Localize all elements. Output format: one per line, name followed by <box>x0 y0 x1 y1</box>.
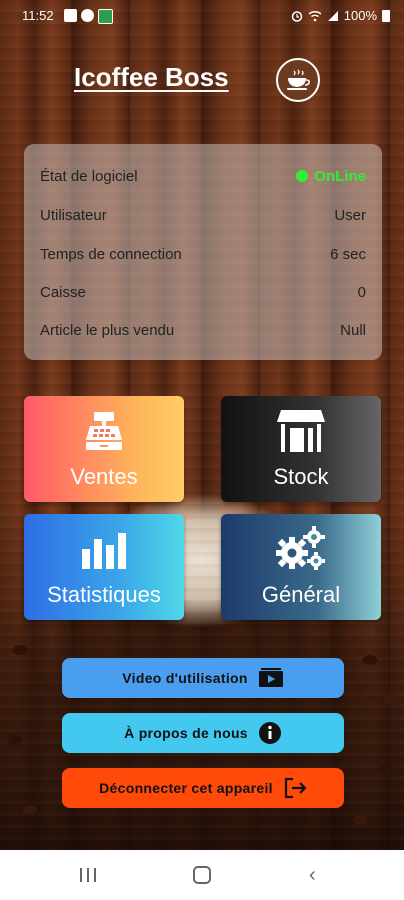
ventes-tile[interactable]: Ventes <box>24 396 184 502</box>
online-status: OnLine <box>296 168 366 185</box>
app-title: Icoffee Boss <box>74 62 229 92</box>
general-label: Général <box>261 582 341 607</box>
info-value: 0 <box>357 283 366 301</box>
notification-icons <box>64 9 113 24</box>
recent-apps-icon[interactable] <box>80 868 96 882</box>
online-status-text: OnLine <box>314 167 366 185</box>
info-icon <box>258 722 281 744</box>
video-tutorial-button[interactable]: Video d'utilisation <box>62 658 344 698</box>
info-row-user: Utilisateur User <box>40 205 366 225</box>
coffee-cup-icon[interactable] <box>276 58 320 102</box>
video-icon <box>258 668 283 687</box>
info-label: Temps de connection <box>40 245 182 263</box>
back-icon[interactable]: ‹ <box>309 864 316 887</box>
alarm-icon <box>291 10 302 22</box>
app-notification-icon <box>98 9 113 24</box>
store-icon <box>276 408 326 454</box>
info-value: 6 sec <box>330 245 366 263</box>
system-nav-bar: ‹ <box>0 850 404 900</box>
info-label: Article le plus vendu <box>40 321 175 339</box>
info-card: État de logiciel OnLine Utilisateur User… <box>24 144 382 360</box>
info-label: Utilisateur <box>40 206 107 224</box>
logout-device-label: Déconnecter cet appareil <box>99 780 273 796</box>
bar-chart-icon <box>80 526 128 572</box>
ventes-label: Ventes <box>70 464 138 489</box>
home-icon[interactable] <box>193 866 211 884</box>
video-tutorial-label: Video d'utilisation <box>122 670 248 686</box>
status-right: 100% <box>291 8 390 23</box>
about-us-button[interactable]: À propos de nous <box>62 713 344 753</box>
stock-tile[interactable]: Stock <box>221 396 381 502</box>
statistiques-tile[interactable]: Statistiques <box>24 514 184 620</box>
gears-icon <box>274 526 328 572</box>
online-dot-icon <box>296 170 309 182</box>
logout-icon <box>284 777 307 799</box>
info-row-connection-time: Temps de connection 6 sec <box>40 244 366 264</box>
general-tile[interactable]: Général <box>221 514 381 620</box>
info-value: User <box>334 206 366 224</box>
status-time: 11:52 <box>22 8 54 23</box>
status-bar: 11:52 100% <box>0 0 404 32</box>
wifi-icon <box>308 10 322 21</box>
logout-device-button[interactable]: Déconnecter cet appareil <box>62 768 344 808</box>
battery-icon <box>382 9 390 22</box>
stock-label: Stock <box>273 464 329 489</box>
info-label: État de logiciel <box>40 167 138 185</box>
battery-percent: 100% <box>343 8 377 23</box>
cash-register-icon <box>82 408 126 454</box>
about-us-label: À propos de nous <box>124 725 248 741</box>
youtube-icon <box>64 9 77 22</box>
info-row-cash-register: Caisse 0 <box>40 282 366 302</box>
info-label: Caisse <box>40 283 86 301</box>
messenger-icon <box>81 9 94 22</box>
signal-icon <box>327 10 338 21</box>
info-row-best-seller: Article le plus vendu Null <box>40 320 366 340</box>
info-row-software-state: État de logiciel OnLine <box>40 166 366 186</box>
info-value: Null <box>340 321 366 339</box>
statistiques-label: Statistiques <box>47 582 161 607</box>
